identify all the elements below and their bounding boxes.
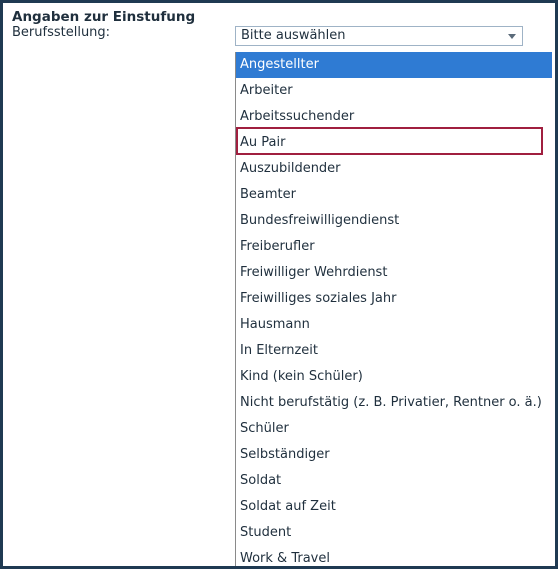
chevron-down-icon[interactable] (508, 34, 516, 39)
option-arbeiter[interactable]: Arbeiter (236, 78, 552, 104)
select-current-value: Bitte auswählen (241, 28, 346, 43)
berufsstellung-label: Berufsstellung: (12, 25, 111, 40)
option-student[interactable]: Student (236, 520, 552, 546)
form-frame: Angaben zur Einstufung Berufsstellung: B… (0, 0, 558, 569)
option-soldat-auf-zeit[interactable]: Soldat auf Zeit (236, 494, 552, 520)
option-work-and-travel[interactable]: Work & Travel (236, 546, 552, 566)
option-freiberufler[interactable]: Freiberufler (236, 234, 552, 260)
option-au-pair[interactable]: Au Pair (236, 130, 552, 156)
option-nicht-berufstaetig[interactable]: Nicht berufstätig (z. B. Privatier, Rent… (236, 390, 552, 416)
option-freiwilliger-wehrdienst[interactable]: Freiwilliger Wehrdienst (236, 260, 552, 286)
option-bundesfreiwilligendienst[interactable]: Bundesfreiwilligendienst (236, 208, 552, 234)
option-hausmann[interactable]: Hausmann (236, 312, 552, 338)
option-kind-kein-schueler[interactable]: Kind (kein Schüler) (236, 364, 552, 390)
option-auszubildender[interactable]: Auszubildender (236, 156, 552, 182)
section-title: Angaben zur Einstufung (12, 9, 196, 25)
option-angestellter[interactable]: Angestellter (236, 52, 552, 78)
option-freiwilliges-soziales-jahr[interactable]: Freiwilliges soziales Jahr (236, 286, 552, 312)
option-beamter[interactable]: Beamter (236, 182, 552, 208)
option-soldat[interactable]: Soldat (236, 468, 552, 494)
berufsstellung-dropdown-list[interactable]: Angestellter Arbeiter Arbeitssuchender A… (235, 52, 552, 566)
option-arbeitssuchender[interactable]: Arbeitssuchender (236, 104, 552, 130)
option-selbstaendiger[interactable]: Selbständiger (236, 442, 552, 468)
option-schueler[interactable]: Schüler (236, 416, 552, 442)
option-in-elternzeit[interactable]: In Elternzeit (236, 338, 552, 364)
berufsstellung-select[interactable]: Bitte auswählen (235, 26, 523, 46)
